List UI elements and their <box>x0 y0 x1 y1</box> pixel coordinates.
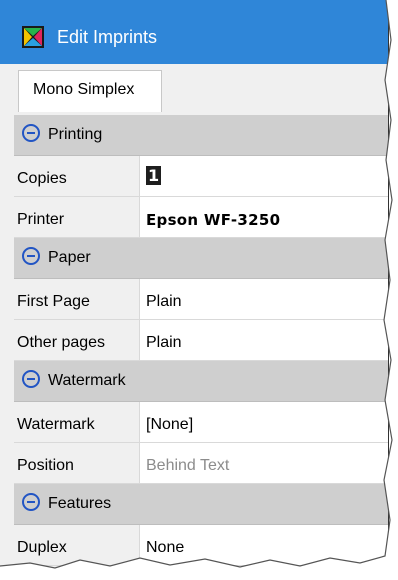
property-row-copies[interactable]: Copies 1 <box>14 156 388 197</box>
first-page-value[interactable]: Plain <box>146 293 182 311</box>
section-title: Features <box>48 495 112 512</box>
collapse-minus-icon[interactable] <box>22 370 40 388</box>
property-row-first-page[interactable]: First Page Plain <box>14 279 388 320</box>
edit-imprints-window: Edit Imprints Mono Simplex Printing Copi… <box>0 0 389 575</box>
property-label: Copies <box>14 156 140 196</box>
copies-input[interactable]: 1 <box>146 166 162 185</box>
section-paper[interactable]: Paper <box>14 238 388 279</box>
duplex-value[interactable]: None <box>146 539 184 557</box>
property-label: First Page <box>14 279 140 319</box>
position-value[interactable]: Behind Text <box>146 457 229 475</box>
property-row-other-pages[interactable]: Other pages Plain <box>14 320 388 361</box>
property-grid: Printing Copies 1 Printer Epson WF-3250 … <box>14 115 388 566</box>
section-title: Watermark <box>48 372 126 389</box>
property-row-printer[interactable]: Printer Epson WF-3250 <box>14 197 388 238</box>
tab-mono-simplex[interactable]: Mono Simplex <box>18 70 162 112</box>
collapse-minus-icon[interactable] <box>22 247 40 265</box>
other-pages-value[interactable]: Plain <box>146 334 182 352</box>
property-row-duplex[interactable]: Duplex None <box>14 525 388 566</box>
collapse-minus-icon[interactable] <box>22 124 40 142</box>
section-features[interactable]: Features <box>14 484 388 525</box>
property-label: Watermark <box>14 402 140 442</box>
watermark-value[interactable]: [None] <box>146 416 193 434</box>
section-printing[interactable]: Printing <box>14 115 388 156</box>
printer-value[interactable]: Epson WF-3250 <box>146 211 280 229</box>
app-logo-icon <box>22 26 44 48</box>
title-bar: Edit Imprints <box>0 0 388 64</box>
property-row-position[interactable]: Position Behind Text <box>14 443 388 484</box>
property-label: Duplex <box>14 525 140 565</box>
window-title: Edit Imprints <box>57 27 158 47</box>
section-title: Paper <box>48 249 91 266</box>
property-label: Position <box>14 443 140 483</box>
collapse-minus-icon[interactable] <box>22 493 40 511</box>
property-label: Printer <box>14 197 140 237</box>
property-label: Other pages <box>14 320 140 360</box>
section-title: Printing <box>48 126 103 143</box>
section-watermark[interactable]: Watermark <box>14 361 388 402</box>
property-row-watermark[interactable]: Watermark [None] <box>14 402 388 443</box>
